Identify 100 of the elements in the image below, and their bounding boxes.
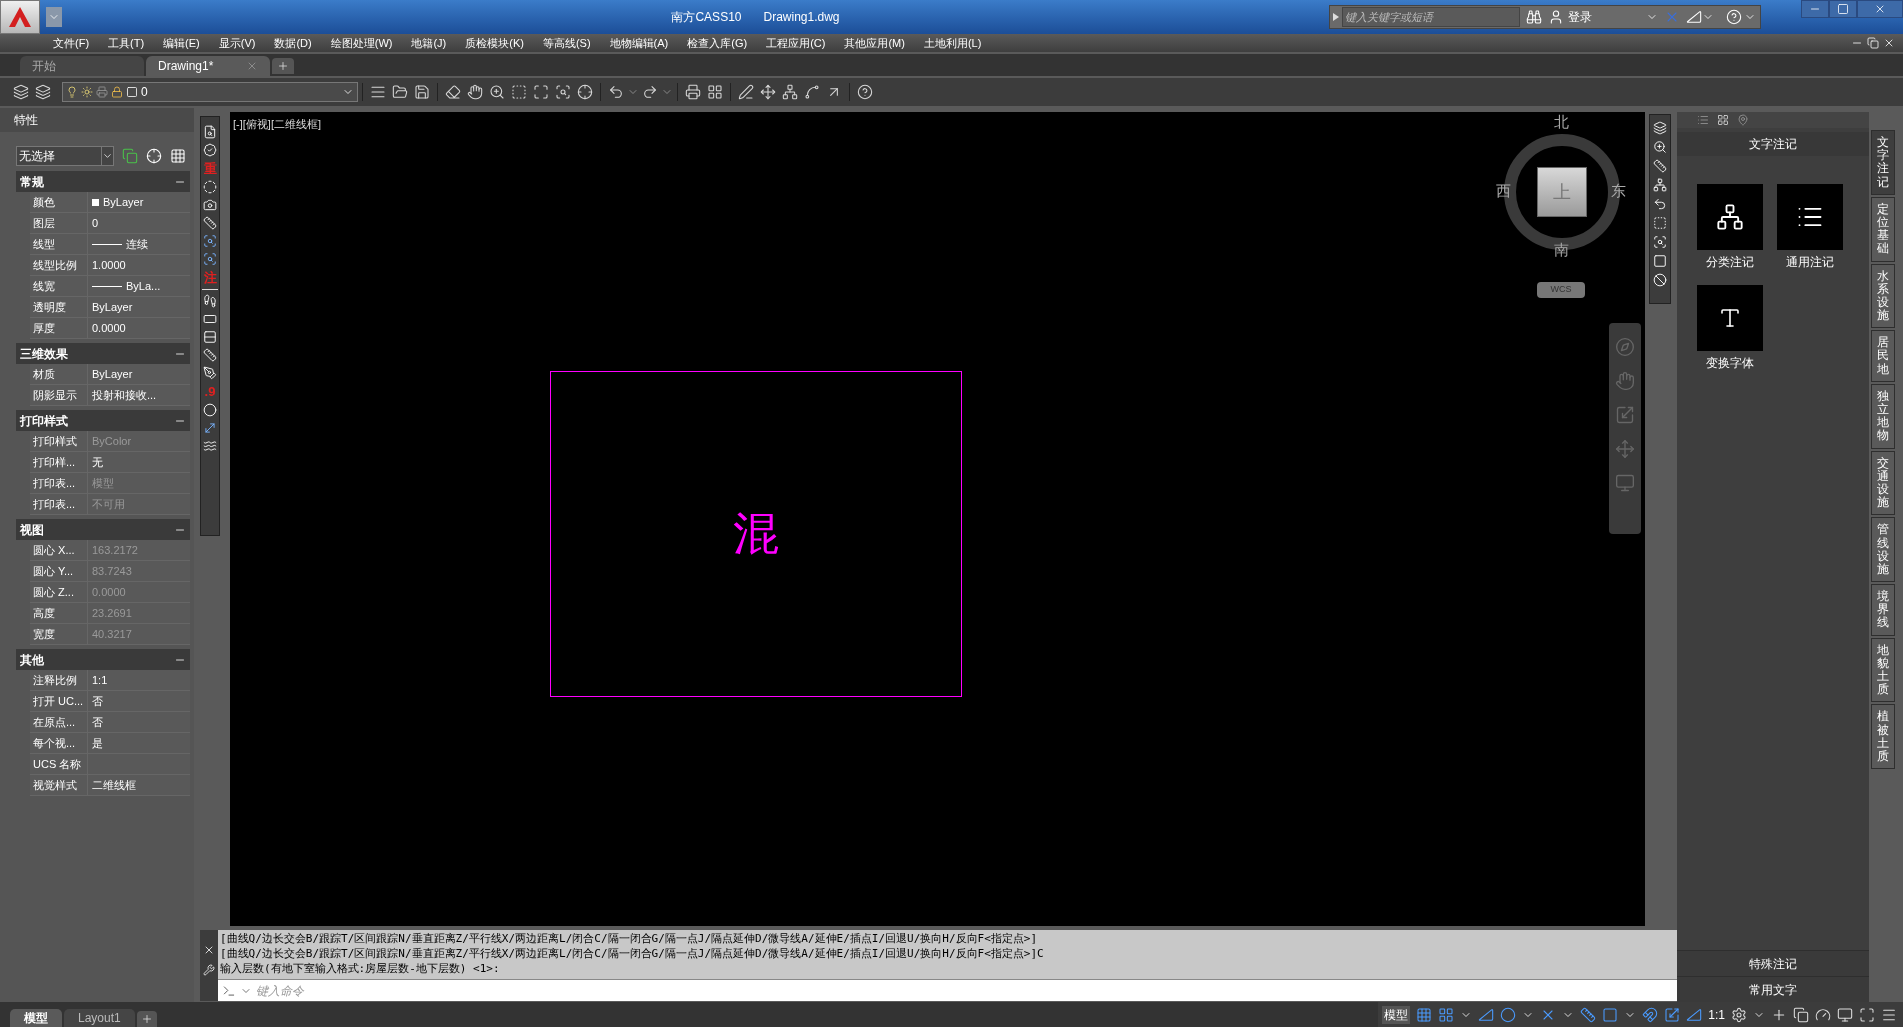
print-icon[interactable] — [685, 84, 701, 100]
ruler-icon[interactable] — [203, 216, 217, 230]
binoculars-icon[interactable] — [1526, 9, 1542, 25]
zoom-previous-icon[interactable] — [1653, 235, 1667, 249]
open-folder-icon[interactable] — [392, 84, 408, 100]
compass-label[interactable]: 东 — [1611, 180, 1626, 203]
ortho-icon[interactable] — [1478, 1006, 1495, 1023]
scale-button[interactable]: 1:1 — [1708, 1005, 1725, 1024]
redo-icon[interactable] — [642, 84, 658, 100]
wavy-lines-icon[interactable] — [203, 439, 217, 453]
close-icon[interactable] — [1883, 37, 1895, 49]
rectangle-icon[interactable] — [203, 312, 217, 326]
side-tab[interactable]: 居民地 — [1871, 330, 1895, 382]
login-link[interactable]: 登录 — [1568, 8, 1646, 26]
lineweight-icon[interactable] — [370, 84, 386, 100]
layer-dropdown[interactable]: 0 — [62, 82, 358, 102]
eraser-icon[interactable] — [445, 84, 461, 100]
property-value[interactable]: 投射和接收... — [88, 385, 190, 406]
selection-dropdown[interactable]: 无选择 — [16, 146, 114, 166]
pan-hand-icon[interactable] — [467, 84, 483, 100]
document-tab[interactable]: 开始 — [20, 56, 144, 76]
property-value[interactable]: 0 — [88, 213, 190, 234]
dotted-circle-icon[interactable] — [203, 180, 217, 194]
side-tab[interactable]: 地貌土质 — [1871, 637, 1895, 703]
property-value[interactable]: 否 — [88, 691, 190, 712]
side-tab[interactable]: 交通设施 — [1871, 450, 1895, 516]
badge-check-icon[interactable] — [203, 143, 217, 157]
section-header[interactable]: 打印样式 — [16, 410, 190, 431]
side-tab[interactable]: 境界线 — [1871, 584, 1895, 636]
property-value[interactable]: 1:1 — [88, 670, 190, 691]
menu-item[interactable]: 工程应用(C) — [766, 34, 826, 52]
restore-icon[interactable] — [1867, 37, 1879, 49]
layers-icon[interactable] — [1653, 121, 1667, 135]
document-tab[interactable]: Drawing1* — [146, 56, 270, 76]
menu-item[interactable]: 质检模块(K) — [465, 34, 524, 52]
model-space-button[interactable]: 模型 — [1382, 1005, 1411, 1024]
menu-item[interactable]: 其他应用(M) — [844, 34, 905, 52]
grid-view-icon[interactable] — [1717, 114, 1729, 126]
nodes-icon[interactable] — [1653, 178, 1667, 192]
undo-icon[interactable] — [608, 84, 624, 100]
section-header[interactable]: 三维效果 — [16, 343, 190, 364]
close-icon[interactable] — [203, 944, 215, 956]
side-tab[interactable]: 文字注记 — [1871, 130, 1895, 195]
circle-icon[interactable] — [203, 403, 217, 417]
new-tab-button[interactable] — [272, 58, 294, 74]
quick-select-icon[interactable] — [122, 148, 138, 164]
palette-section[interactable]: 常用文字 — [1677, 976, 1869, 1002]
side-tab[interactable]: 独立地物 — [1871, 383, 1895, 449]
grid-icon[interactable] — [1416, 1006, 1433, 1023]
side-tab[interactable]: 水系设施 — [1871, 263, 1895, 329]
search-field[interactable]: 键入关键字或短语 — [1342, 7, 1520, 27]
property-value[interactable]: 二维线框 — [88, 775, 190, 796]
menu-item[interactable]: 检查入库(G) — [687, 34, 748, 52]
new-layout-button[interactable] — [136, 1011, 157, 1027]
property-value[interactable]: ByLa... — [88, 276, 190, 297]
list-view-icon[interactable] — [1697, 114, 1709, 126]
pen-icon[interactable] — [738, 84, 754, 100]
zoom-window-icon[interactable] — [511, 84, 527, 100]
gauge-icon[interactable] — [1815, 1006, 1831, 1023]
property-value[interactable]: 1.0000 — [88, 255, 190, 276]
crosshair-icon[interactable] — [146, 148, 162, 164]
save-icon[interactable] — [414, 84, 430, 100]
menu-item[interactable]: 地籍(J) — [411, 34, 447, 52]
diagonal-line-icon[interactable] — [203, 421, 217, 435]
snap-dots-icon[interactable] — [1438, 1006, 1455, 1023]
menu-item[interactable]: 地物编辑(A) — [609, 34, 669, 52]
property-value[interactable]: ByLayer — [88, 364, 190, 385]
menu-item[interactable]: 等高线(S) — [542, 34, 591, 52]
side-tab[interactable]: 定位基础 — [1871, 196, 1895, 262]
application-menu-button[interactable] — [0, 0, 40, 34]
settings-wrench-icon[interactable] — [203, 964, 215, 976]
distance-search-icon[interactable] — [203, 252, 217, 266]
property-value[interactable]: ByLayer — [88, 297, 190, 318]
menu-item[interactable]: 编辑(E) — [163, 34, 200, 52]
target-icon[interactable] — [577, 84, 593, 100]
section-header[interactable]: 其他 — [16, 649, 190, 670]
property-value[interactable]: ByLayer — [88, 192, 190, 213]
document-search-icon[interactable] — [203, 125, 217, 139]
section-header[interactable]: 视图 — [16, 519, 190, 540]
layer-state-icon[interactable] — [35, 84, 51, 100]
ruler-icon[interactable] — [1653, 159, 1667, 173]
pen-tool-icon[interactable] — [203, 366, 217, 380]
zoom-icon[interactable] — [489, 84, 505, 100]
zoom-previous-icon[interactable] — [555, 84, 571, 100]
side-tab[interactable]: 管线设施 — [1871, 517, 1895, 583]
maximize-button[interactable] — [1829, 0, 1857, 18]
expand-arrow-icon[interactable] — [1333, 13, 1339, 21]
layout-tab[interactable]: 模型 — [10, 1009, 62, 1027]
shapes-icon[interactable] — [1793, 1006, 1809, 1023]
tool-tile[interactable] — [1697, 285, 1763, 351]
property-value[interactable]: 是 — [88, 733, 190, 754]
pin-icon[interactable] — [1737, 114, 1749, 126]
section-header[interactable]: 常规 — [16, 171, 190, 192]
menu-item[interactable]: 绘图处理(W) — [330, 34, 393, 52]
tool-tile[interactable] — [1777, 184, 1843, 250]
viewport-label[interactable]: [-][俯视][二维线框] — [233, 116, 321, 133]
menu-item[interactable]: 显示(V) — [218, 34, 256, 52]
palette-heading[interactable]: 文字注记 — [1677, 132, 1869, 156]
menu-item[interactable]: 数据(D) — [274, 34, 312, 52]
property-value[interactable]: 0.0000 — [88, 318, 190, 339]
